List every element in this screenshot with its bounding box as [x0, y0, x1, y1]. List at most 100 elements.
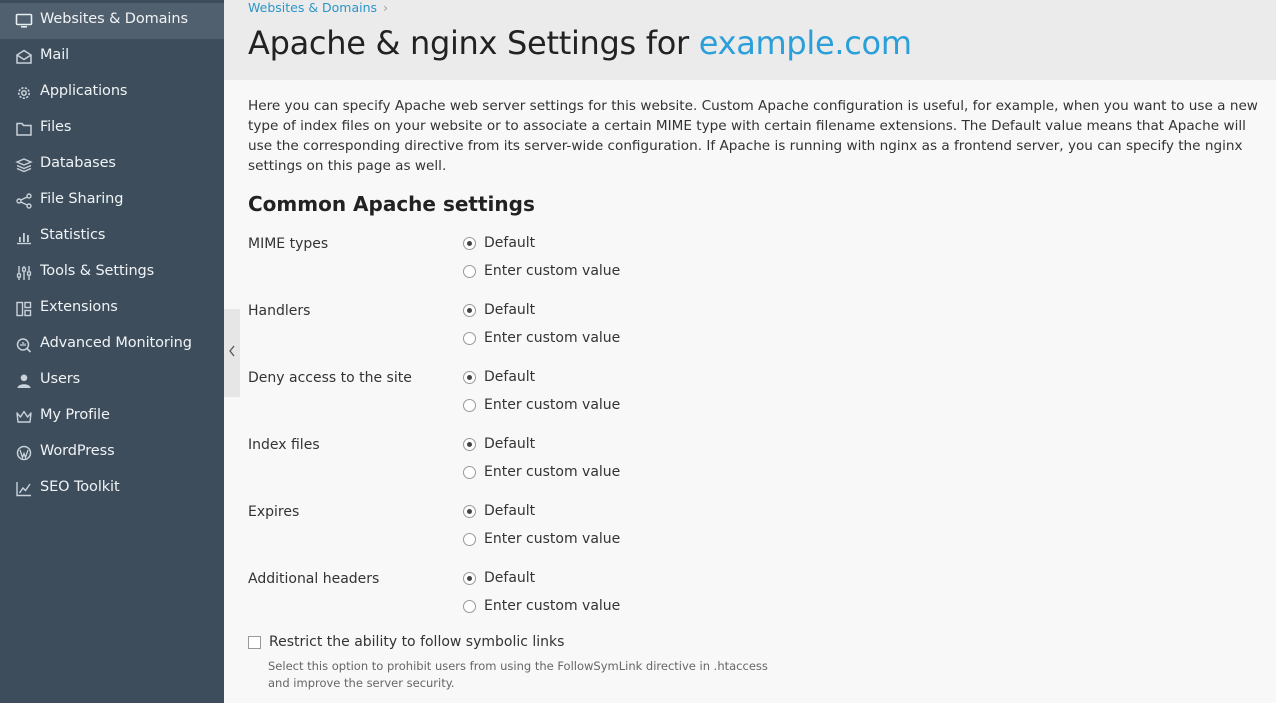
- extensions-icon: [15, 301, 33, 317]
- sidebar-item-mail[interactable]: Mail: [0, 39, 224, 75]
- sidebar-collapse-button[interactable]: [224, 309, 240, 397]
- radio-unchecked[interactable]: [463, 532, 476, 546]
- field-label-handlers: Handlers: [248, 303, 311, 319]
- page-title: Apache & nginx Settings for example.com: [248, 24, 912, 62]
- radio-label: Default: [484, 436, 536, 452]
- expires-default-radio[interactable]: Default: [463, 503, 535, 519]
- sidebar-item-label: SEO Toolkit: [40, 479, 120, 495]
- sidebar-item-statistics[interactable]: Statistics: [0, 219, 224, 255]
- bar-chart-icon: [15, 229, 33, 245]
- sidebar-item-file-sharing[interactable]: File Sharing: [0, 183, 224, 219]
- field-label-mime-types: MIME types: [248, 236, 329, 252]
- sidebar-item-tools-settings[interactable]: Tools & Settings: [0, 255, 224, 291]
- radio-label: Enter custom value: [484, 464, 621, 480]
- index-files-custom-radio[interactable]: Enter custom value: [463, 464, 620, 480]
- radio-checked[interactable]: [463, 303, 476, 317]
- sidebar-item-extensions[interactable]: Extensions: [0, 291, 224, 327]
- user-icon: [15, 373, 33, 389]
- index-files-default-radio[interactable]: Default: [463, 436, 535, 452]
- deny-access-default-radio[interactable]: Default: [463, 369, 535, 385]
- main-content: Here you can specify Apache web server s…: [248, 96, 1258, 176]
- sidebar-item-applications[interactable]: Applications: [0, 75, 224, 111]
- radio-label: Default: [484, 570, 536, 586]
- radio-label: Enter custom value: [484, 397, 621, 413]
- radio-unchecked[interactable]: [463, 599, 476, 613]
- restrict-symlinks-label: Restrict the ability to follow symbolic …: [269, 634, 565, 650]
- breadcrumb-link-websites-domains[interactable]: Websites & Domains: [248, 0, 377, 15]
- field-label-index-files: Index files: [248, 437, 320, 453]
- sidebar-item-label: WordPress: [40, 443, 115, 459]
- page-title-text: Apache & nginx Settings for: [248, 24, 699, 62]
- sidebar-item-label: Websites & Domains: [40, 11, 188, 27]
- field-label-expires: Expires: [248, 504, 300, 520]
- radio-label: Enter custom value: [484, 263, 621, 279]
- sidebar-item-label: File Sharing: [40, 191, 124, 207]
- radio-unchecked[interactable]: [463, 331, 476, 345]
- sidebar-item-label: Tools & Settings: [40, 263, 155, 279]
- monitor-icon: [15, 13, 33, 29]
- radio-checked[interactable]: [463, 504, 476, 518]
- gear-icon: [15, 85, 33, 101]
- sidebar: Websites & Domains Mail Applications Fil…: [0, 0, 224, 703]
- radio-checked[interactable]: [463, 370, 476, 384]
- page-header: Websites & Domains › Apache & nginx Sett…: [224, 0, 1276, 80]
- page-title-domain: example.com: [698, 24, 912, 62]
- sidebar-item-label: Users: [40, 371, 81, 387]
- radio-unchecked[interactable]: [463, 465, 476, 479]
- radio-label: Default: [484, 503, 536, 519]
- handlers-custom-radio[interactable]: Enter custom value: [463, 330, 620, 346]
- sidebar-item-label: Mail: [40, 47, 70, 63]
- sidebar-item-advanced-monitoring[interactable]: Advanced Monitoring: [0, 327, 224, 363]
- handlers-default-radio[interactable]: Default: [463, 302, 535, 318]
- section-title: Common Apache settings: [248, 192, 535, 216]
- radio-checked[interactable]: [463, 236, 476, 250]
- radio-label: Default: [484, 302, 536, 318]
- sidebar-item-wordpress[interactable]: WordPress: [0, 435, 224, 471]
- field-label-deny-access: Deny access to the site: [248, 370, 412, 386]
- sidebar-item-label: Applications: [40, 83, 128, 99]
- radio-checked[interactable]: [463, 437, 476, 451]
- sidebar-item-label: Statistics: [40, 227, 106, 243]
- deny-access-custom-radio[interactable]: Enter custom value: [463, 397, 620, 413]
- radio-label: Default: [484, 235, 536, 251]
- mail-icon: [15, 49, 33, 65]
- expires-custom-radio[interactable]: Enter custom value: [463, 531, 620, 547]
- database-icon: [15, 157, 33, 173]
- sidebar-item-databases[interactable]: Databases: [0, 147, 224, 183]
- radio-label: Enter custom value: [484, 531, 621, 547]
- sidebar-item-label: Extensions: [40, 299, 118, 315]
- share-icon: [15, 193, 33, 209]
- restrict-symlinks-checkbox-row[interactable]: Restrict the ability to follow symbolic …: [248, 634, 564, 650]
- radio-label: Enter custom value: [484, 598, 621, 614]
- restrict-symlinks-hint: Select this option to prohibit users fro…: [268, 659, 768, 690]
- radio-unchecked[interactable]: [463, 398, 476, 412]
- sidebar-item-label: Files: [40, 119, 72, 135]
- sliders-icon: [15, 265, 33, 281]
- intro-text: Here you can specify Apache web server s…: [248, 98, 1258, 174]
- radio-label: Default: [484, 369, 536, 385]
- sidebar-item-users[interactable]: Users: [0, 363, 224, 399]
- mime-types-custom-radio[interactable]: Enter custom value: [463, 263, 620, 279]
- field-label-additional-headers: Additional headers: [248, 571, 380, 587]
- additional-headers-default-radio[interactable]: Default: [463, 570, 535, 586]
- monitoring-icon: [15, 337, 33, 353]
- radio-unchecked[interactable]: [463, 264, 476, 278]
- mime-types-default-radio[interactable]: Default: [463, 235, 535, 251]
- sidebar-item-label: Databases: [40, 155, 116, 171]
- sidebar-item-label: My Profile: [40, 407, 110, 423]
- crown-icon: [15, 409, 33, 425]
- radio-label: Enter custom value: [484, 330, 621, 346]
- sidebar-item-websites-domains[interactable]: Websites & Domains: [0, 3, 224, 39]
- sidebar-item-my-profile[interactable]: My Profile: [0, 399, 224, 435]
- breadcrumb: Websites & Domains ›: [248, 0, 388, 15]
- folder-icon: [15, 121, 33, 137]
- sidebar-item-label: Advanced Monitoring: [40, 335, 192, 351]
- sidebar-item-files[interactable]: Files: [0, 111, 224, 147]
- seo-chart-icon: [15, 481, 33, 497]
- radio-checked[interactable]: [463, 571, 476, 585]
- additional-headers-custom-radio[interactable]: Enter custom value: [463, 598, 620, 614]
- restrict-symlinks-checkbox[interactable]: [248, 635, 261, 649]
- sidebar-item-seo-toolkit[interactable]: SEO Toolkit: [0, 471, 224, 507]
- wordpress-icon: [15, 445, 33, 461]
- breadcrumb-separator-icon: ›: [383, 0, 388, 15]
